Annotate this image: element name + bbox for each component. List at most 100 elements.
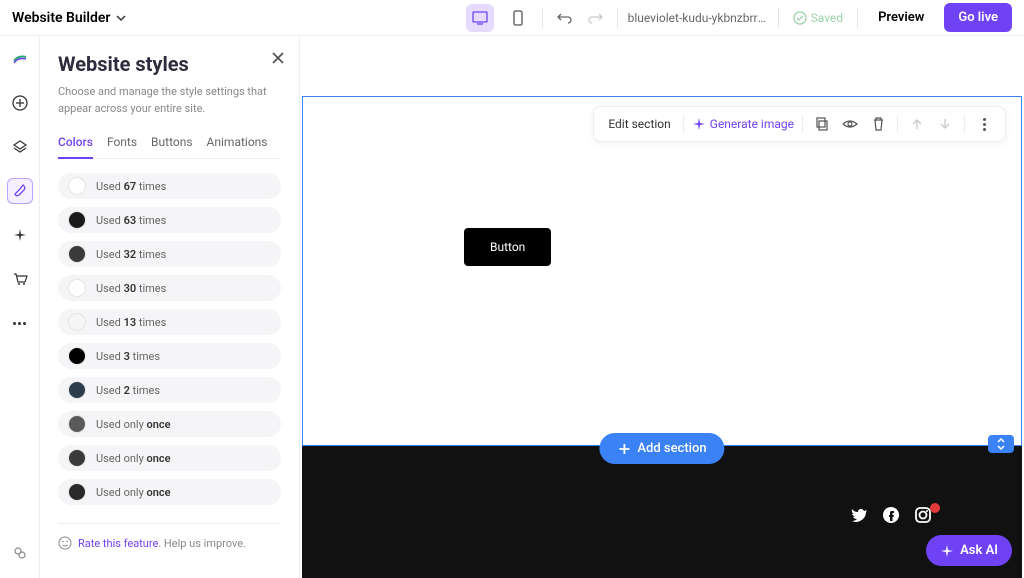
domain-text[interactable]: blueviolet-kudu-ykbnzbrrv4s... (628, 11, 768, 25)
footer-section[interactable] (302, 446, 1022, 578)
eye-icon (842, 118, 858, 130)
color-usage-label: Used 13 times (96, 316, 166, 329)
panel-title: Website styles (58, 52, 281, 76)
edit-section-button[interactable]: Edit section (604, 117, 674, 131)
color-row[interactable]: Used 32 times (58, 241, 281, 267)
add-page-button[interactable] (7, 90, 33, 116)
selected-section[interactable] (302, 96, 1022, 446)
desktop-icon (472, 11, 488, 25)
sparkle-icon (692, 117, 706, 131)
preview-button[interactable]: Preview (868, 4, 934, 31)
ai-tools-button[interactable] (7, 222, 33, 248)
duplicate-button[interactable] (811, 113, 833, 135)
styles-panel: Website styles Choose and manage the sty… (40, 36, 300, 578)
mobile-icon (512, 10, 524, 26)
ecommerce-button[interactable] (7, 266, 33, 292)
separator (617, 8, 618, 28)
section-more-button[interactable] (973, 113, 995, 135)
panel-subtitle: Choose and manage the style settings tha… (58, 84, 281, 117)
generate-image-button[interactable]: Generate image (692, 117, 794, 131)
left-sidebar (0, 36, 40, 578)
footer-text: . Help us improve. (158, 537, 246, 550)
facebook-icon (882, 506, 900, 524)
tab-animations[interactable]: Animations (207, 135, 268, 158)
separator (857, 8, 858, 28)
color-row[interactable]: Used only once (58, 411, 281, 437)
twitter-icon (850, 506, 868, 524)
color-usage-label: Used 3 times (96, 350, 160, 363)
warning-badge (930, 503, 940, 513)
color-row[interactable]: Used 13 times (58, 309, 281, 335)
saved-label: Saved (811, 11, 843, 25)
tab-fonts[interactable]: Fonts (107, 135, 137, 158)
separator (897, 115, 898, 133)
layers-icon (12, 139, 28, 155)
color-row[interactable]: Used only once (58, 479, 281, 505)
mobile-view-button[interactable] (504, 4, 532, 32)
color-usage-label: Used 30 times (96, 282, 166, 295)
more-icon (983, 118, 986, 131)
redo-icon (587, 11, 603, 25)
color-usage-label: Used only once (96, 452, 171, 465)
color-swatch (68, 381, 86, 399)
color-swatch (68, 347, 86, 365)
move-up-button[interactable] (906, 113, 928, 135)
desktop-view-button[interactable] (466, 4, 494, 32)
color-row[interactable]: Used 2 times (58, 377, 281, 403)
canvas-area[interactable]: Edit section Generate image (300, 36, 1024, 578)
redo-button[interactable] (583, 6, 607, 30)
facebook-link[interactable] (882, 506, 900, 524)
undo-button[interactable] (553, 6, 577, 30)
smiley-icon (58, 536, 72, 550)
rate-feature-link[interactable]: Rate this feature (78, 537, 158, 550)
more-button[interactable] (7, 310, 33, 336)
canvas-button-element[interactable]: Button (464, 228, 551, 266)
more-icon (13, 322, 26, 325)
resize-icon (996, 438, 1006, 450)
visibility-button[interactable] (839, 113, 861, 135)
close-icon (271, 51, 285, 65)
link-button[interactable] (7, 540, 33, 566)
separator (683, 115, 684, 133)
instagram-link[interactable] (914, 506, 932, 524)
add-section-button[interactable]: Add section (599, 433, 724, 464)
topbar: Website Builder blueviolet-kudu-ykbnzbrr… (0, 0, 1024, 36)
color-row[interactable]: Used 63 times (58, 207, 281, 233)
tab-colors[interactable]: Colors (58, 135, 93, 159)
app-menu[interactable]: Website Builder (12, 10, 126, 26)
social-icons (850, 506, 932, 524)
color-swatch (68, 415, 86, 433)
plus-circle-icon (12, 95, 28, 111)
color-swatch (68, 279, 86, 297)
panel-tabs: Colors Fonts Buttons Animations (58, 135, 281, 159)
check-circle-icon (793, 11, 807, 25)
delete-button[interactable] (867, 113, 889, 135)
separator (964, 115, 965, 133)
panel-footer: Rate this feature. Help us improve. (58, 523, 281, 550)
separator (802, 115, 803, 133)
color-swatch (68, 483, 86, 501)
color-row[interactable]: Used 30 times (58, 275, 281, 301)
styles-button[interactable] (7, 178, 33, 204)
color-row[interactable]: Used only once (58, 445, 281, 471)
color-usage-label: Used 32 times (96, 248, 166, 261)
logo-icon[interactable] (7, 46, 33, 72)
go-live-button[interactable]: Go live (944, 3, 1012, 32)
move-down-button[interactable] (934, 113, 956, 135)
ask-ai-button[interactable]: Ask AI (926, 535, 1012, 566)
color-row[interactable]: Used 3 times (58, 343, 281, 369)
twitter-link[interactable] (850, 506, 868, 524)
copy-icon (815, 117, 829, 131)
layers-button[interactable] (7, 134, 33, 160)
close-panel-button[interactable] (271, 50, 285, 69)
tab-buttons[interactable]: Buttons (151, 135, 193, 158)
color-swatch (68, 245, 86, 263)
color-usage-label: Used 63 times (96, 214, 166, 227)
resize-handle[interactable] (988, 435, 1014, 453)
color-row[interactable]: Used 67 times (58, 173, 281, 199)
separator (778, 8, 779, 28)
color-usage-label: Used only once (96, 418, 171, 431)
ask-ai-label: Ask AI (960, 543, 998, 558)
saved-status: Saved (789, 11, 847, 25)
app-title: Website Builder (12, 10, 110, 26)
